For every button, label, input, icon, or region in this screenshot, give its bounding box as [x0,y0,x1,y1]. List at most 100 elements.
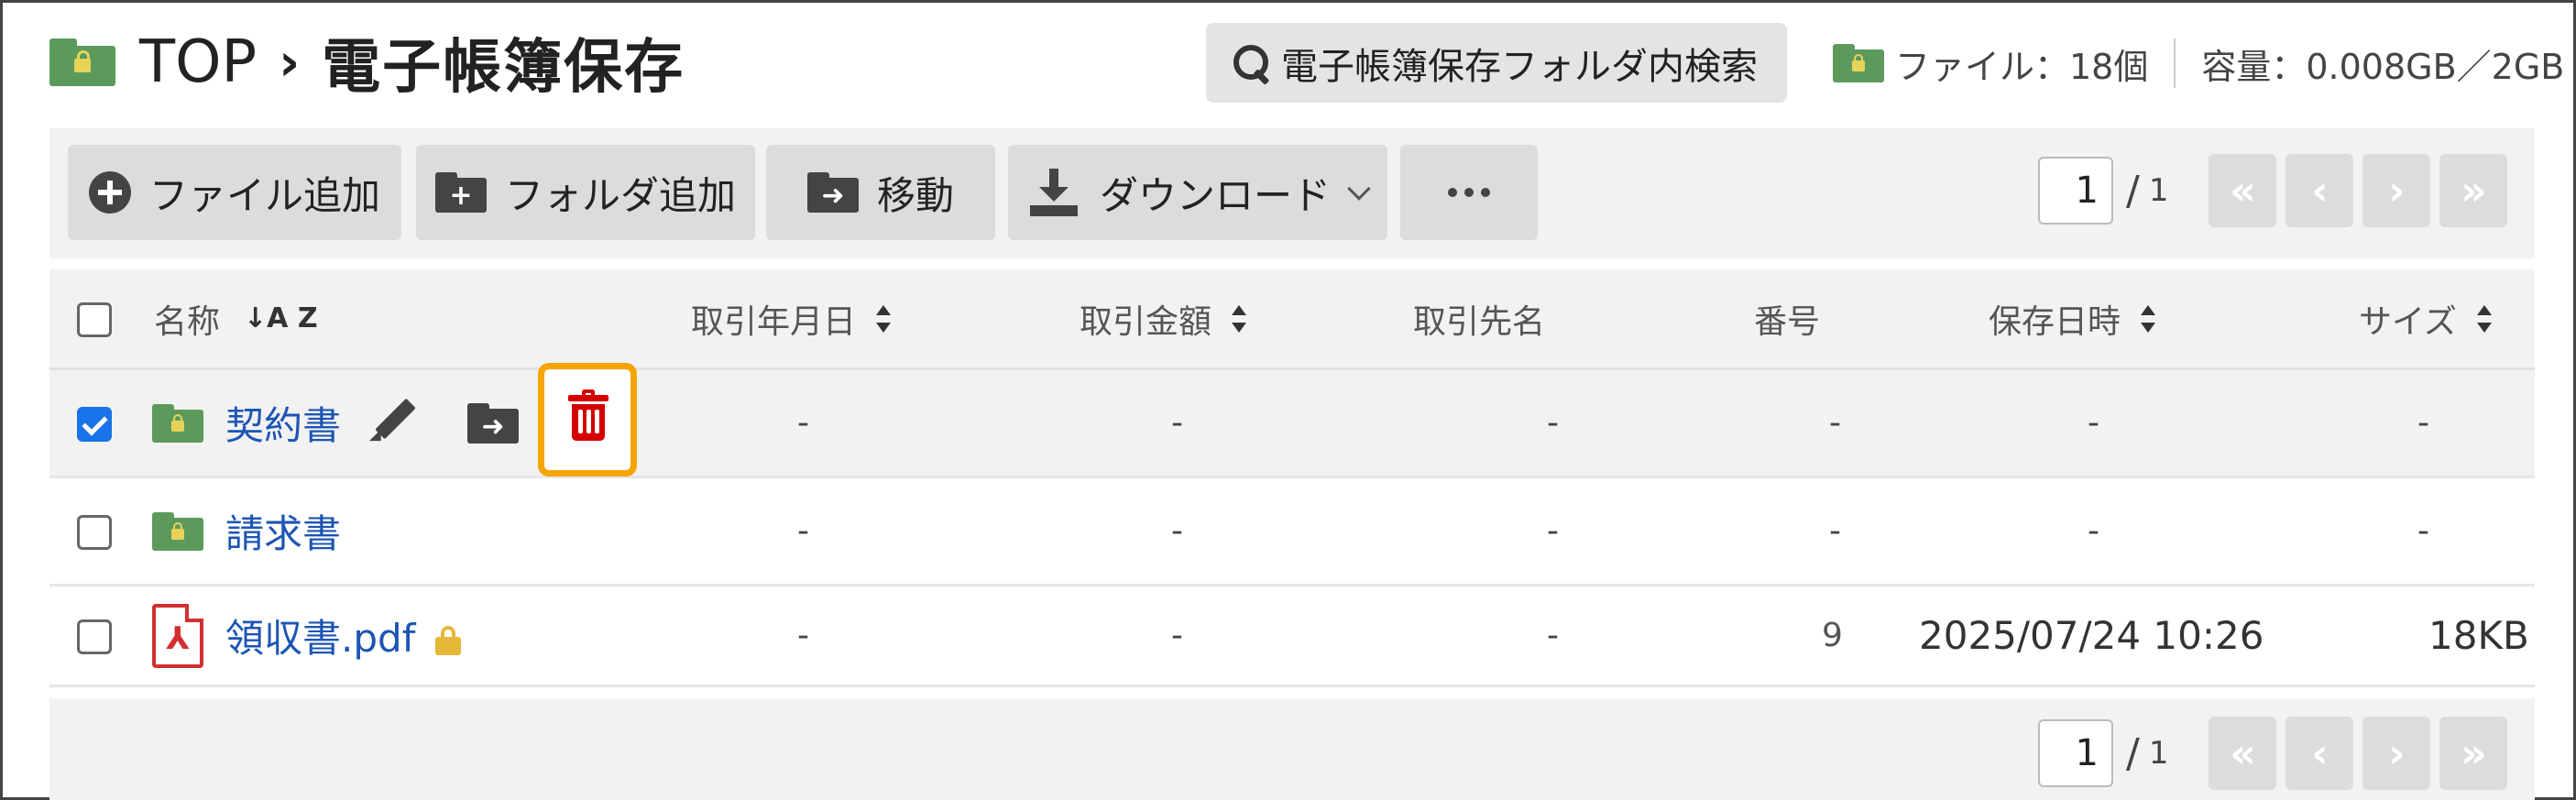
move-item-button[interactable]: ➜ [467,370,519,476]
download-label: ダウンロード [1099,172,1331,218]
column-number: 番号 [1754,269,1820,367]
download-dropdown-button[interactable]: ダウンロード [1008,145,1387,240]
sort-icon [1232,304,1247,333]
column-number-label: 番号 [1754,302,1821,341]
number-value: 9 [1822,617,1843,654]
column-trade-date[interactable]: 取引年月日 [691,269,892,367]
column-name-label: 名称 [154,302,221,341]
column-saved-at[interactable]: 保存日時 [1989,269,2156,367]
breadcrumb: TOP › 電子帳簿保存 [49,20,685,104]
more-button[interactable] [1400,145,1538,240]
column-amount-label: 取引金額 [1080,302,1212,341]
folder-lock-icon [152,511,203,551]
column-size[interactable]: サイズ [2359,269,2492,367]
table-header: 名称 ↓A Z 取引年月日 取引金額 取引先名 番号 保存日時 サイズ [49,269,2535,370]
sort-icon [2141,304,2156,333]
add-file-button[interactable]: ファイル追加 [68,145,401,240]
column-partner: 取引先名 [1413,269,1545,367]
row-name-cell: 契約書 [152,370,341,476]
row-checkbox[interactable] [77,515,112,550]
folder-plus-icon: + [434,172,487,213]
row-checkbox[interactable] [77,407,112,442]
trade-date-value: - [797,512,809,550]
size-value: 18KB [2428,613,2529,658]
row-name-cell: 請求書 [152,478,341,584]
download-icon [1028,167,1080,218]
pdf-icon: ⅄ [152,603,203,668]
add-folder-label: フォルダ追加 [504,172,736,218]
amount-value: - [1171,404,1183,442]
column-amount[interactable]: 取引金額 [1080,269,1247,367]
page-slash: / [2126,167,2140,214]
more-dots-icon [1448,188,1490,197]
move-to-folder-icon: ➜ [806,172,859,213]
page-number-input[interactable]: 1 [2038,157,2113,225]
size-value: - [2417,512,2429,550]
first-page-button[interactable]: « [2209,717,2277,790]
column-partner-label: 取引先名 [1413,302,1546,341]
file-count: ファイル：18個 [1895,46,2149,87]
prev-page-button[interactable]: ‹ [2286,717,2354,790]
folder-lock-icon [49,38,115,86]
next-page-button[interactable]: › [2362,154,2431,227]
number-value: - [1829,404,1841,442]
saved-at-value: 2025/07/24 10:26 [1919,613,2264,658]
table-row[interactable]: 契約書 ➜ - - - - - - [49,370,2535,478]
lock-icon [435,625,462,655]
page-title: 電子帳簿保存 [322,34,685,102]
prev-page-button[interactable]: ‹ [2286,154,2354,227]
move-button[interactable]: ➜ 移動 [766,145,995,240]
pencil-icon [368,398,420,448]
column-trade-date-label: 取引年月日 [691,302,857,341]
delete-button-highlighted[interactable] [538,363,637,477]
page-total: 1 [2148,735,2169,772]
add-file-label: ファイル追加 [148,172,380,218]
page-number-input[interactable]: 1 [2038,719,2113,787]
breadcrumb-top-link[interactable]: TOP [139,28,257,96]
page-slash: / [2126,729,2140,777]
row-checkbox[interactable] [77,619,112,654]
pagination-bottom: 1 / 1 « ‹ › » [2038,717,2516,790]
row-name-cell: ⅄ 領収書.pdf [152,586,462,685]
folder-lock-icon [1833,44,1884,82]
item-name-link[interactable]: 領収書.pdf [225,608,415,663]
next-page-button[interactable]: › [2362,717,2431,790]
trade-date-value: - [797,617,809,654]
add-circle-icon [88,171,131,214]
folder-search-button[interactable]: 電子帳簿保存フォルダ内検索 [1206,23,1787,103]
last-page-button[interactable]: » [2439,154,2508,227]
move-to-folder-icon: ➜ [467,402,519,444]
move-label: 移動 [876,172,954,218]
table-row[interactable]: ⅄ 領収書.pdf - - - 9 2025/07/24 10:26 18KB [49,586,2535,687]
number-value: - [1829,512,1841,550]
item-name-link[interactable]: 請求書 [225,503,341,559]
table-row[interactable]: 請求書 - - - - - - [49,478,2535,586]
amount-value: - [1171,512,1183,550]
last-page-button[interactable]: » [2439,717,2508,790]
sort-icon [876,304,892,333]
pagination-top: 1 / 1 « ‹ › » [2038,154,2516,227]
trade-date-value: - [797,404,809,442]
folder-lock-icon [152,403,203,443]
storage-info: ファイル：18個 容量：0.008GB／2GB [1833,27,2564,99]
sort-icon [2476,304,2492,333]
select-all-checkbox[interactable] [77,302,112,337]
column-name[interactable]: 名称 ↓A Z [154,269,318,367]
search-icon [1232,43,1272,83]
item-name-link[interactable]: 契約書 [225,395,341,451]
size-value: - [2417,404,2429,442]
first-page-button[interactable]: « [2209,154,2277,227]
partner-value: - [1547,512,1559,550]
breadcrumb-separator: › [279,32,301,93]
saved-at-value: - [2088,512,2099,550]
divider [2174,38,2176,88]
page-total: 1 [2148,172,2169,209]
amount-value: - [1171,617,1183,654]
trash-icon [568,389,608,441]
chevron-down-icon [1347,177,1371,201]
rename-button[interactable] [368,370,420,476]
folder-search-label: 電子帳簿保存フォルダ内検索 [1281,45,1758,88]
column-saved-at-label: 保存日時 [1989,302,2121,341]
add-folder-button[interactable]: + フォルダ追加 [416,145,755,240]
sort-az-icon[interactable]: ↓A Z [244,302,318,334]
